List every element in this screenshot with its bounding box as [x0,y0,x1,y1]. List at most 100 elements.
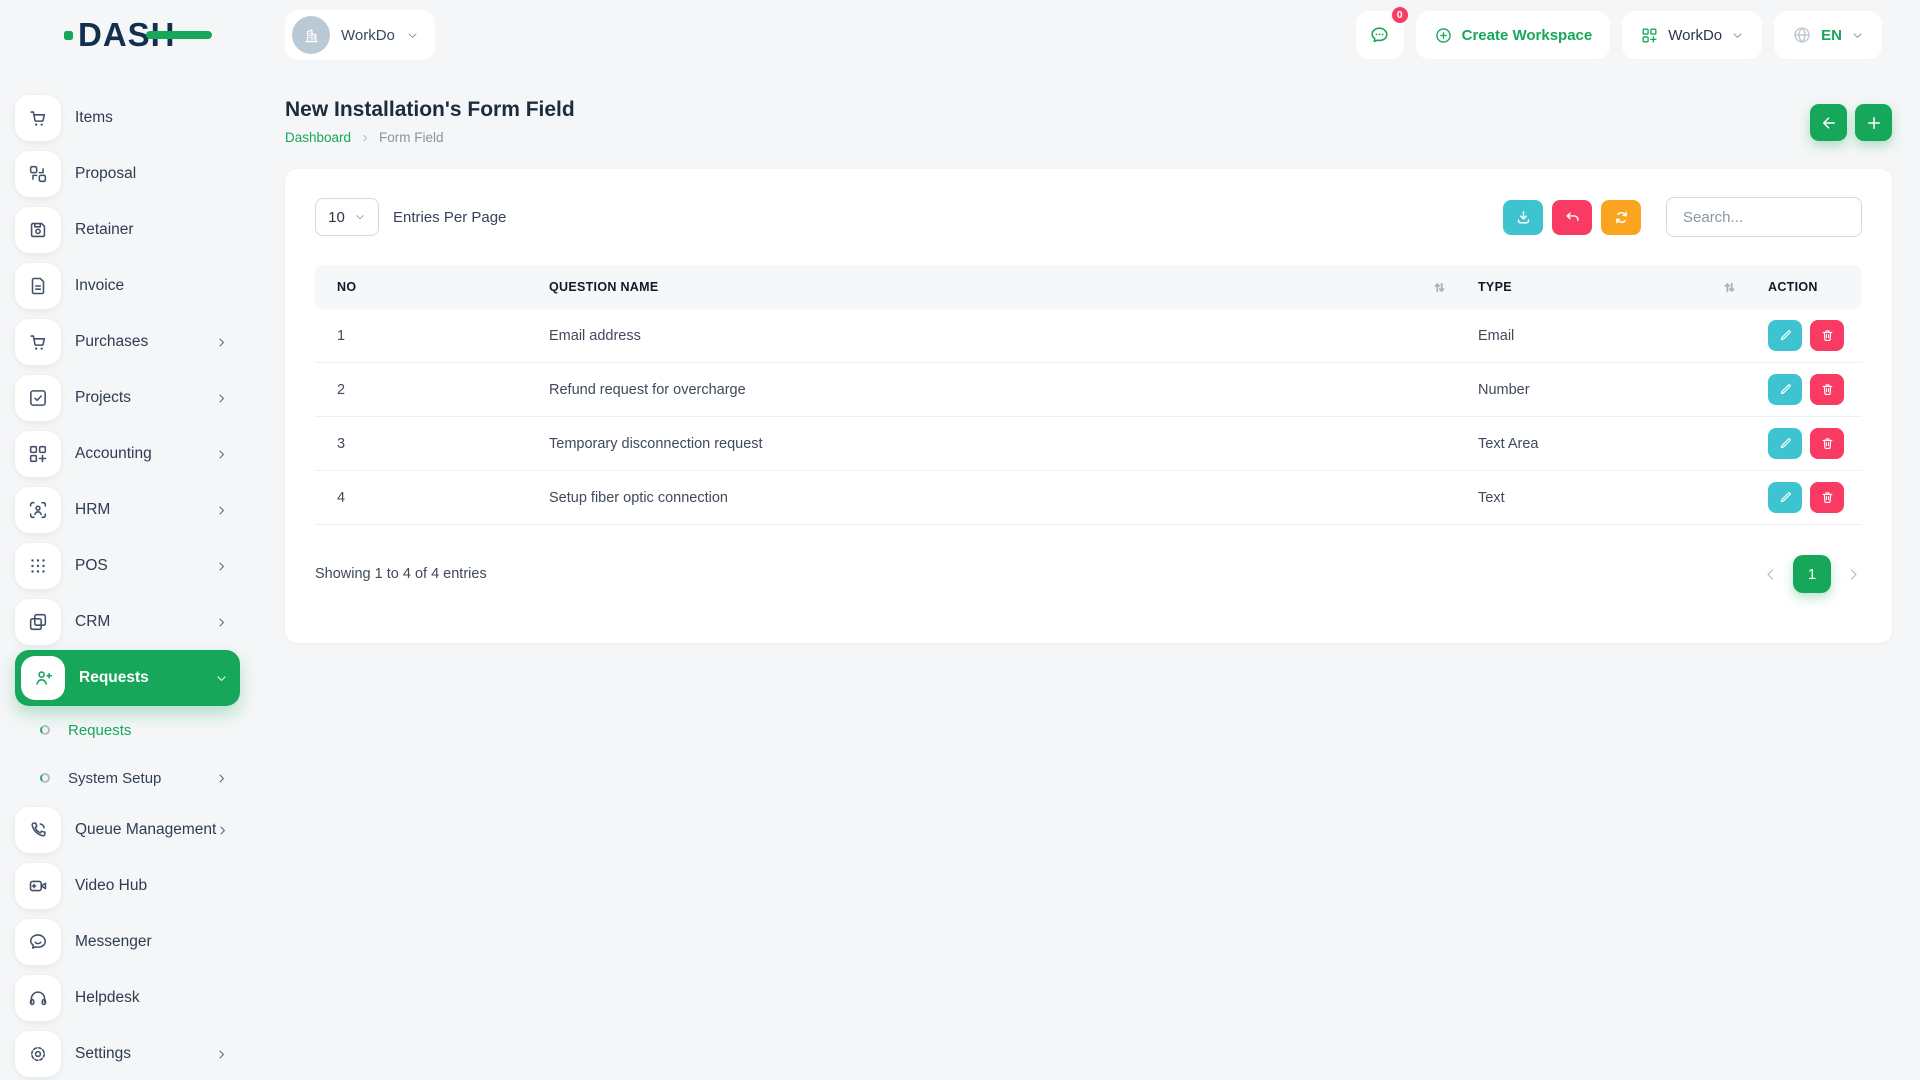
workspace-avatar [292,16,330,54]
page-1-button[interactable]: 1 [1793,555,1831,593]
page-title: New Installation's Form Field [285,98,575,122]
logo-dot [64,31,73,40]
entries-per-page-select[interactable]: 10 [315,198,379,236]
chevron-right-icon [215,448,228,461]
sidebar-item-retainer[interactable]: Retainer [15,202,240,258]
delete-button[interactable] [1810,320,1844,351]
chevron-down-icon [406,29,419,42]
add-form-field-button[interactable] [1855,104,1892,141]
headset-icon [15,975,61,1021]
grid-plus-icon [15,431,61,477]
sidebar-item-pos[interactable]: POS [15,538,240,594]
delete-button[interactable] [1810,482,1844,513]
sidebar-item-purchases[interactable]: Purchases [15,314,240,370]
breadcrumb-dashboard-link[interactable]: Dashboard [285,130,351,145]
previous-page-button[interactable] [1762,566,1779,583]
sidebar-item-hrm[interactable]: HRM [15,482,240,538]
column-header-no: NO [337,280,356,294]
chevron-right-icon [215,1048,228,1061]
showing-entries-text: Showing 1 to 4 of 4 entries [315,566,487,582]
create-workspace-button[interactable]: Create Workspace [1416,11,1611,59]
delete-button[interactable] [1810,428,1844,459]
sort-icon[interactable] [1723,281,1736,294]
trash-icon [1820,436,1835,451]
edit-button[interactable] [1768,320,1802,351]
pencil-icon [1778,490,1793,505]
edit-button[interactable] [1768,428,1802,459]
column-header-type[interactable]: TYPE [1462,265,1752,309]
sidebar-item-helpdesk[interactable]: Helpdesk [15,970,240,1026]
delete-button[interactable] [1810,374,1844,405]
chevron-right-icon [215,336,228,349]
download-icon [1515,209,1532,226]
sidebar-item-settings[interactable]: Settings [15,1026,240,1080]
arrow-left-icon [1820,114,1838,132]
swap-icon [15,151,61,197]
chevron-right-icon [1845,566,1862,583]
messages-button[interactable]: 0 [1356,11,1404,59]
workspace-switcher[interactable]: WorkDo [285,10,435,60]
main-content: New Installation's Form Field Dashboard … [256,70,1920,1080]
column-header-action: ACTION [1768,280,1818,294]
sidebar-item-messenger[interactable]: Messenger [15,914,240,970]
sidebar-subitem-requests[interactable]: Requests [0,706,256,754]
breadcrumb: Dashboard Form Field [285,130,575,145]
sidebar-item-accounting[interactable]: Accounting [15,426,240,482]
chevron-right-icon [360,133,370,143]
breadcrumb-current: Form Field [379,130,444,145]
next-page-button[interactable] [1845,566,1862,583]
sidebar-item-requests[interactable]: Requests [15,650,240,706]
logo-bar [146,31,212,39]
sort-icon[interactable] [1433,281,1446,294]
chevron-down-icon [354,211,366,223]
entries-per-page-label: Entries Per Page [393,209,506,226]
pencil-icon [1778,328,1793,343]
dots-grid-icon [15,543,61,589]
sidebar: Items Proposal Retainer Invoice Purchase… [0,70,256,1080]
sidebar-item-invoice[interactable]: Invoice [15,258,240,314]
back-button[interactable] [1810,104,1847,141]
message-icon [15,919,61,965]
undo-button[interactable] [1552,200,1592,235]
plus-icon [1865,114,1883,132]
language-selector[interactable]: EN [1774,11,1882,59]
sidebar-item-proposal[interactable]: Proposal [15,146,240,202]
user-scan-icon [15,487,61,533]
invoice-icon [15,263,61,309]
topbar: DASH WorkDo 0 Create Workspace WorkDo EN [0,0,1920,70]
sidebar-item-crm[interactable]: CRM [15,594,240,650]
chevron-right-icon [215,560,228,573]
cart-icon [15,95,61,141]
copy-icon [15,599,61,645]
cart-icon [15,319,61,365]
form-fields-table: NO QUESTION NAME TYPE ACTION 1 Email add… [315,265,1862,525]
refresh-icon [1613,209,1630,226]
bullet-icon [40,725,50,735]
language-code: EN [1821,27,1842,44]
edit-button[interactable] [1768,482,1802,513]
trash-icon [1820,490,1835,505]
sidebar-item-queue-management[interactable]: Queue Management [15,802,240,858]
pagination: 1 [1762,555,1862,593]
pencil-icon [1778,436,1793,451]
sidebar-subitem-system-setup[interactable]: System Setup [0,754,256,802]
sidebar-item-items[interactable]: Items [15,90,240,146]
chevron-left-icon [1762,566,1779,583]
edit-button[interactable] [1768,374,1802,405]
sidebar-item-projects[interactable]: Projects [15,370,240,426]
chevron-down-icon [1851,29,1864,42]
table-row: 1 Email address Email [315,309,1862,363]
export-button[interactable] [1503,200,1543,235]
chevron-right-icon [215,616,228,629]
trash-icon [1820,328,1835,343]
search-input[interactable] [1666,197,1862,237]
table-row: 4 Setup fiber optic connection Text [315,471,1862,525]
app-menu-button[interactable]: WorkDo [1622,11,1762,59]
video-icon [15,863,61,909]
sidebar-item-video-hub[interactable]: Video Hub [15,858,240,914]
building-icon [301,25,322,46]
refresh-button[interactable] [1601,200,1641,235]
dash-logo[interactable]: DASH [64,16,176,54]
column-header-question-name[interactable]: QUESTION NAME [533,265,1462,309]
chat-bubble-icon [1368,24,1391,47]
